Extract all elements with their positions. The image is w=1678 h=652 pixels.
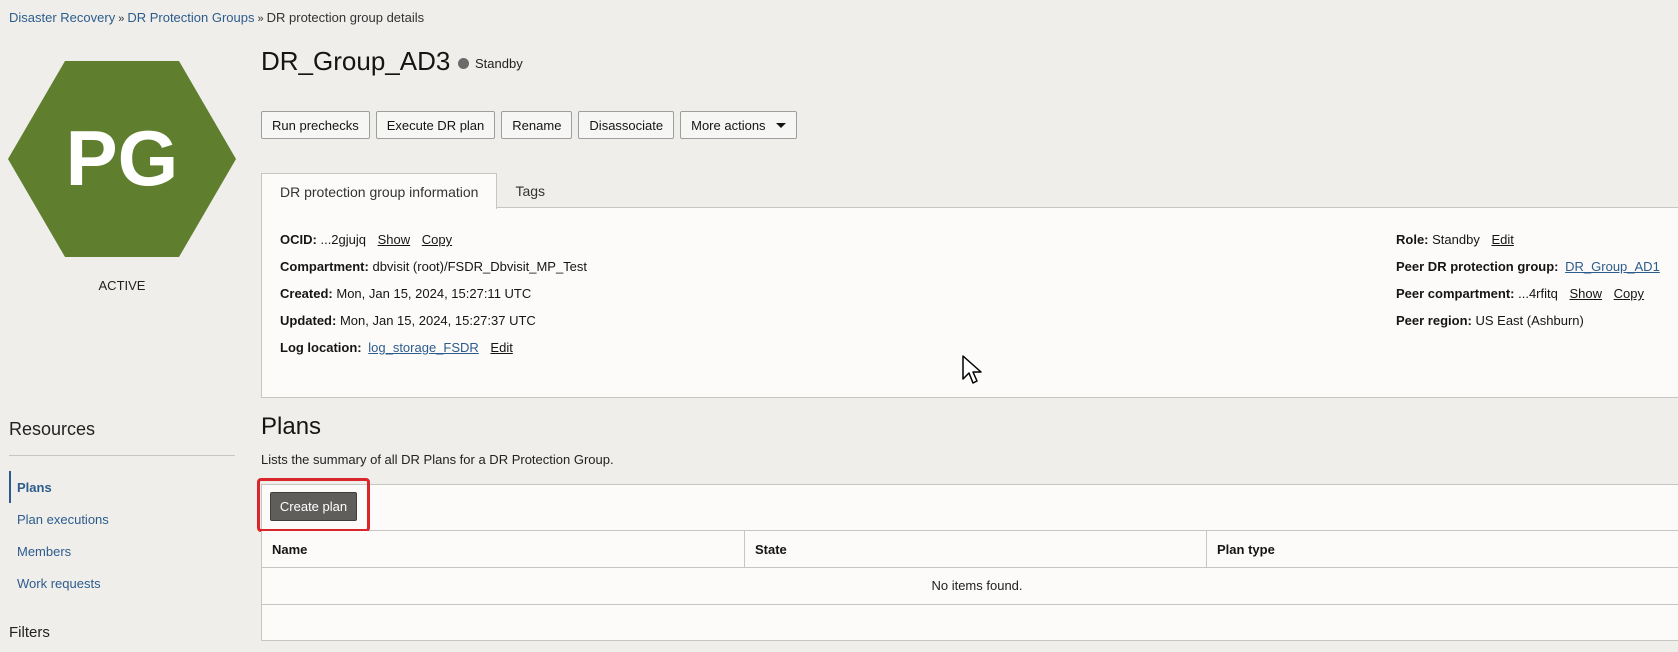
- created-label: Created:: [280, 286, 333, 301]
- filters-title: Filters: [9, 624, 50, 641]
- breadcrumb-dr-protection-groups[interactable]: DR Protection Groups: [127, 10, 254, 25]
- updated-row: Updated: Mon, Jan 15, 2024, 15:27:37 UTC: [280, 313, 587, 340]
- breadcrumb-separator: »: [118, 13, 125, 25]
- peer-region-row: Peer region: US East (Ashburn): [1396, 313, 1660, 340]
- ocid-row: OCID: ...2gjujq Show Copy: [280, 232, 587, 259]
- plans-table-body: No items found.: [261, 567, 1678, 641]
- status-label: Standby: [475, 56, 523, 71]
- updated-value: Mon, Jan 15, 2024, 15:27:37 UTC: [339, 313, 536, 328]
- tab-information[interactable]: DR protection group information: [261, 173, 498, 209]
- compartment-value: dbvisit (root)/FSDR_Dbvisit_MP_Test: [372, 259, 588, 274]
- log-location-link[interactable]: log_storage_FSDR: [368, 340, 479, 355]
- peer-compartment-show-link[interactable]: Show: [1569, 286, 1602, 301]
- tab-bar: DR protection group information Tags: [261, 173, 563, 209]
- role-label: Role:: [1396, 232, 1429, 247]
- hexagon-initials: PG: [66, 114, 179, 202]
- status-dot-icon: [458, 58, 469, 69]
- tab-tags[interactable]: Tags: [497, 173, 563, 208]
- action-toolbar: Run prechecks Execute DR plan Rename Dis…: [261, 111, 797, 139]
- ocid-copy-link[interactable]: Copy: [422, 232, 452, 247]
- log-location-row: Log location: log_storage_FSDR Edit: [280, 340, 587, 367]
- empty-state-message: No items found.: [931, 578, 1023, 593]
- plans-toolbar: [261, 484, 1678, 531]
- compartment-label: Compartment:: [280, 259, 369, 274]
- ocid-show-link[interactable]: Show: [378, 232, 411, 247]
- resources-divider: [9, 455, 235, 456]
- chevron-down-icon: [775, 122, 786, 128]
- plans-table-header: Name State Plan type: [261, 531, 1678, 568]
- create-plan-button[interactable]: Create plan: [270, 492, 357, 521]
- ocid-value: ...2gjujq: [320, 232, 367, 247]
- info-left-column: OCID: ...2gjujq Show Copy Compartment: d…: [280, 232, 587, 367]
- peer-compartment-row: Peer compartment: ...4rfitq Show Copy: [1396, 286, 1660, 313]
- peer-group-row: Peer DR protection group: DR_Group_AD1: [1396, 259, 1660, 286]
- disassociate-button[interactable]: Disassociate: [578, 111, 675, 139]
- run-prechecks-button[interactable]: Run prechecks: [261, 111, 370, 139]
- resource-item-plan-executions[interactable]: Plan executions: [9, 503, 109, 535]
- plans-description: Lists the summary of all DR Plans for a …: [261, 452, 614, 467]
- peer-group-link[interactable]: DR_Group_AD1: [1565, 259, 1660, 274]
- lifecycle-state: ACTIVE: [98, 278, 146, 293]
- resource-item-plans[interactable]: Plans: [9, 471, 109, 503]
- info-right-column: Role: Standby Edit Peer DR protection gr…: [1396, 232, 1660, 340]
- peer-compartment-value: ...4rfitq: [1518, 286, 1558, 301]
- column-header-plan-type[interactable]: Plan type: [1207, 531, 1678, 567]
- page-title: DR_Group_AD3: [261, 46, 451, 76]
- log-location-edit-link[interactable]: Edit: [490, 340, 512, 355]
- rename-button[interactable]: Rename: [501, 111, 573, 139]
- role-row: Role: Standby Edit: [1396, 232, 1660, 259]
- more-actions-button[interactable]: More actions: [680, 111, 797, 139]
- breadcrumb-separator: »: [257, 13, 264, 25]
- breadcrumb: Disaster Recovery» DR Protection Groups» D…: [9, 10, 424, 25]
- compartment-row: Compartment: dbvisit (root)/FSDR_Dbvisit…: [280, 259, 587, 286]
- more-actions-label: More actions: [691, 117, 766, 133]
- column-header-state[interactable]: State: [745, 531, 1207, 567]
- peer-compartment-copy-link[interactable]: Copy: [1614, 286, 1644, 301]
- breadcrumb-disaster-recovery[interactable]: Disaster Recovery: [9, 10, 115, 25]
- table-row-divider: [262, 604, 1678, 605]
- peer-compartment-label: Peer compartment:: [1396, 286, 1515, 301]
- log-location-label: Log location:: [280, 340, 362, 355]
- ocid-label: OCID:: [280, 232, 317, 247]
- status-badge: Standby: [458, 56, 523, 71]
- peer-group-label: Peer DR protection group:: [1396, 259, 1559, 274]
- resource-item-members[interactable]: Members: [9, 535, 109, 567]
- mouse-pointer-icon: [962, 355, 984, 388]
- breadcrumb-current: DR protection group details: [266, 10, 425, 25]
- role-value: Standby: [1432, 232, 1480, 247]
- execute-dr-plan-button[interactable]: Execute DR plan: [375, 111, 496, 139]
- peer-region-label: Peer region:: [1396, 313, 1472, 328]
- resources-nav: Plans Plan executions Members Work reque…: [9, 471, 109, 599]
- created-row: Created: Mon, Jan 15, 2024, 15:27:11 UTC: [280, 286, 587, 313]
- resource-item-work-requests[interactable]: Work requests: [9, 567, 109, 599]
- updated-label: Updated:: [280, 313, 337, 328]
- created-value: Mon, Jan 15, 2024, 15:27:11 UTC: [336, 286, 532, 301]
- plans-title: Plans: [261, 413, 322, 440]
- peer-region-value: US East (Ashburn): [1475, 313, 1584, 328]
- column-header-name[interactable]: Name: [262, 531, 745, 567]
- role-edit-link[interactable]: Edit: [1491, 232, 1513, 247]
- protection-group-hexagon-icon: PG: [8, 61, 236, 257]
- resources-title: Resources: [9, 419, 96, 439]
